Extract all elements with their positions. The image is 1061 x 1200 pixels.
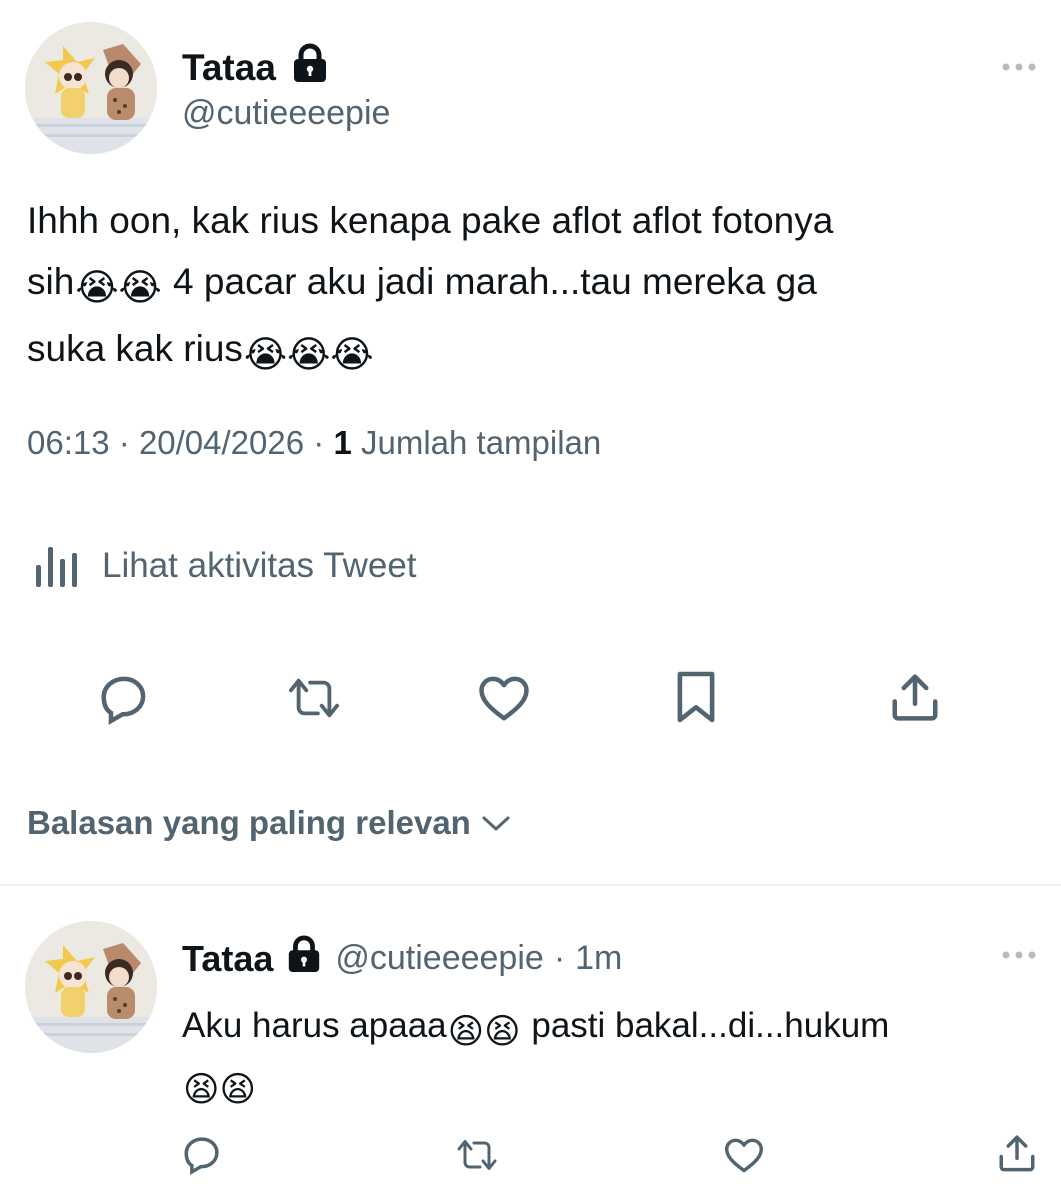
reply-share-button[interactable] bbox=[994, 1130, 1040, 1176]
tweet-text-segment: suka kak rius bbox=[27, 328, 243, 369]
tweet-detail-page: Tataa @cutieeeepie Ihhh oon, kak rius ke… bbox=[0, 0, 1061, 1200]
tired-face-emoji: 😫😫 bbox=[447, 1012, 521, 1051]
retweet-icon bbox=[457, 1140, 497, 1170]
tired-face-emoji: 😫😫 bbox=[183, 1070, 256, 1109]
reply-bubble-icon bbox=[184, 1137, 219, 1175]
lock-icon bbox=[290, 42, 330, 93]
lock-icon bbox=[285, 934, 323, 983]
more-horizontal-icon[interactable] bbox=[1000, 60, 1040, 74]
reply-text-segment: pasti bakal...di...hukum bbox=[521, 1006, 890, 1045]
reply-sort-dropdown[interactable]: Balasan yang paling relevan bbox=[27, 804, 511, 842]
tweet-activity-link[interactable]: Lihat aktivitas Tweet bbox=[34, 545, 417, 587]
crying-face-emoji: 😭😭 bbox=[75, 267, 162, 308]
bookmark-button[interactable] bbox=[670, 668, 722, 726]
meta-separator: · bbox=[553, 939, 566, 977]
reply-author-name[interactable]: Tataa bbox=[182, 938, 273, 980]
reply-reply-button[interactable] bbox=[180, 1132, 224, 1176]
reply-avatar[interactable] bbox=[25, 921, 157, 1053]
reply-like-button[interactable] bbox=[722, 1134, 766, 1176]
reply-button[interactable] bbox=[96, 670, 152, 726]
reply-retweet-button[interactable] bbox=[452, 1134, 502, 1176]
like-button[interactable] bbox=[476, 670, 532, 726]
tweet-date[interactable]: 20/04/2026 bbox=[139, 424, 304, 461]
retweet-button[interactable] bbox=[282, 670, 346, 726]
meta-separator: · bbox=[313, 424, 325, 461]
chevron-down-icon bbox=[482, 816, 510, 831]
reply-text-segment: Aku harus apaaa bbox=[182, 1006, 447, 1045]
tweet-text-line: Ihhh oon, kak rius kenapa pake aflot afl… bbox=[27, 200, 834, 241]
divider bbox=[0, 884, 1061, 886]
author-handle[interactable]: @cutieeeepie bbox=[182, 94, 390, 133]
activity-label: Lihat aktivitas Tweet bbox=[102, 546, 417, 585]
crying-face-emoji: 😭😭😭 bbox=[243, 334, 374, 375]
heart-icon bbox=[725, 1138, 763, 1173]
sort-label: Balasan yang paling relevan bbox=[27, 804, 471, 841]
reply-header: Tataa @cutieeeepie · 1m bbox=[182, 934, 622, 983]
tweet-text-segment: 4 pacar aku jadi marah...tau mereka ga bbox=[162, 261, 817, 302]
bar-chart-icon bbox=[36, 547, 77, 587]
tweet-time[interactable]: 06:13 bbox=[27, 424, 110, 461]
views-count: 1 bbox=[333, 424, 352, 461]
share-icon bbox=[999, 1135, 1035, 1172]
avatar[interactable] bbox=[25, 22, 157, 154]
retweet-icon bbox=[289, 678, 339, 718]
share-icon bbox=[892, 674, 938, 721]
reply-text: Aku harus apaaa😫😫 pasti bakal...di...huk… bbox=[182, 1000, 1042, 1116]
reply-time[interactable]: 1m bbox=[575, 939, 622, 978]
reply-bubble-icon bbox=[101, 676, 146, 725]
tweet-meta: 06:13 · 20/04/2026 · 1 Jumlah tampilan bbox=[27, 424, 601, 462]
tweet-text-segment: sih bbox=[27, 261, 75, 302]
share-button[interactable] bbox=[886, 668, 944, 726]
more-horizontal-icon[interactable] bbox=[1000, 948, 1040, 962]
meta-separator: · bbox=[118, 424, 130, 461]
tweet-text: Ihhh oon, kak rius kenapa pake aflot afl… bbox=[27, 190, 1027, 385]
bookmark-icon bbox=[677, 671, 715, 723]
heart-icon bbox=[479, 676, 529, 721]
author-name[interactable]: Tataa bbox=[182, 47, 276, 89]
views-label: Jumlah tampilan bbox=[360, 424, 602, 461]
reply-author-handle[interactable]: @cutieeeepie bbox=[335, 939, 543, 978]
